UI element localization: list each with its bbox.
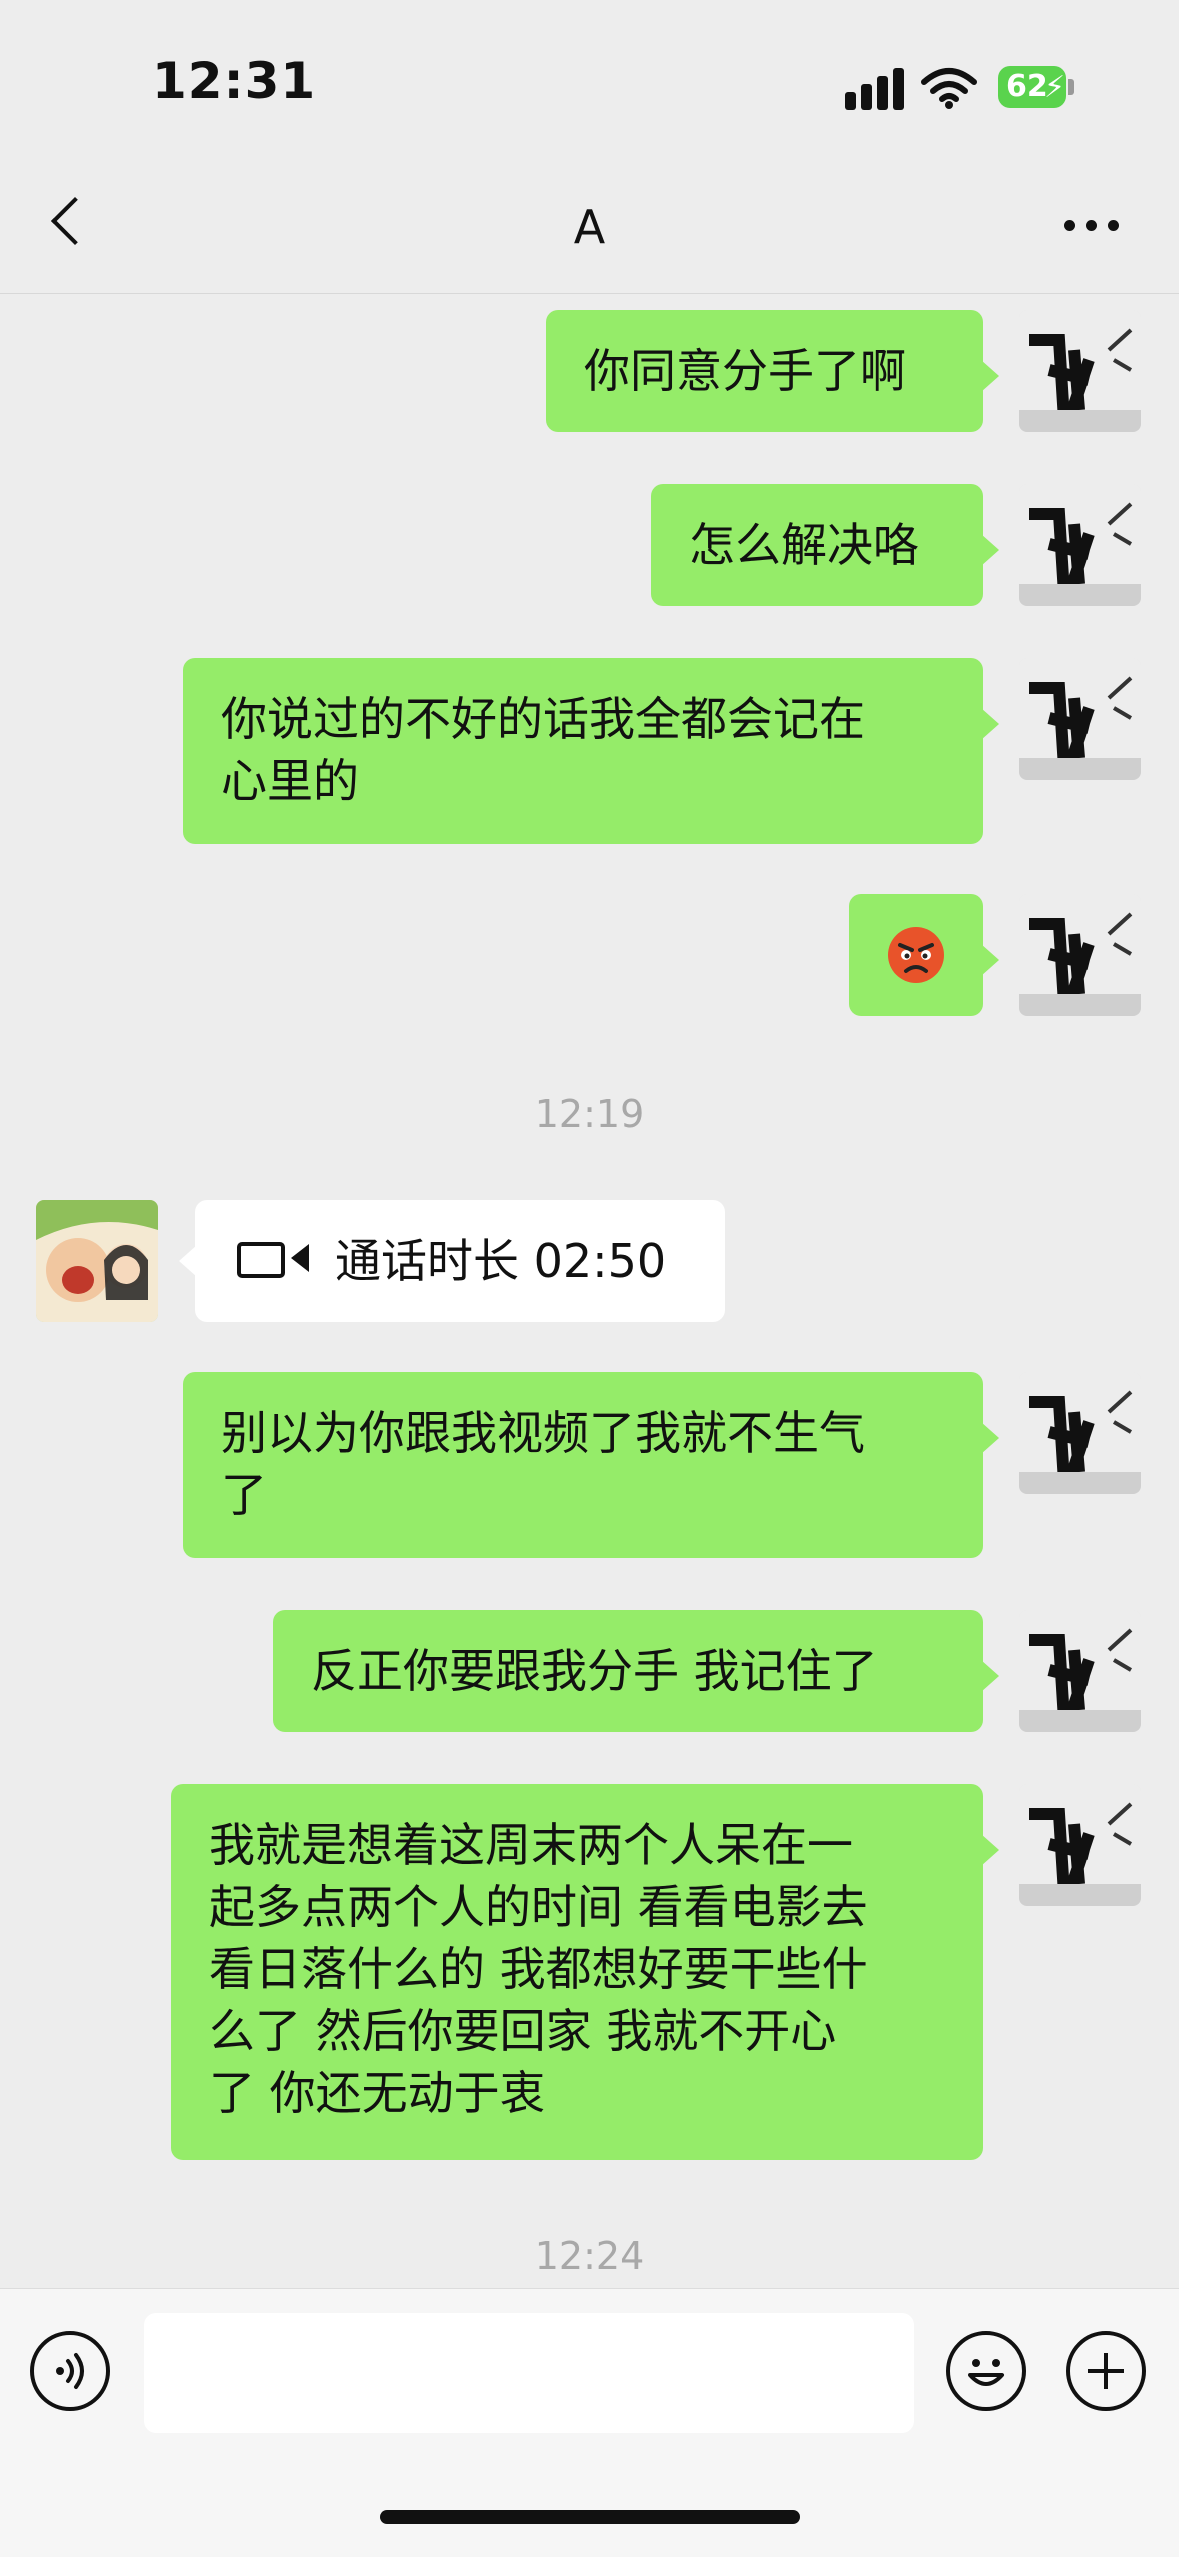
outgoing-message[interactable]: 怎么解决咯 bbox=[651, 484, 999, 606]
outgoing-message[interactable]: 反正你要跟我分手 我记住了 bbox=[273, 1610, 999, 1732]
my-avatar[interactable] bbox=[1019, 1784, 1141, 1906]
outgoing-message[interactable]: 你说过的不好的话我全都会记在 心里的 bbox=[183, 658, 999, 844]
emoji-button[interactable] bbox=[946, 2331, 1026, 2411]
contact-avatar[interactable] bbox=[36, 1200, 158, 1322]
chat-header: A bbox=[0, 150, 1179, 294]
chat-title: A bbox=[573, 200, 606, 254]
message-list[interactable]: 你同意分手了啊 怎么解决咯 你说过的不好的话我全都会记在 心里的 12:19 通… bbox=[0, 294, 1179, 2288]
more-actions-button[interactable] bbox=[1066, 2331, 1146, 2411]
my-avatar[interactable] bbox=[1019, 484, 1141, 606]
my-avatar[interactable] bbox=[1019, 658, 1141, 780]
status-time: 12:31 bbox=[152, 52, 317, 110]
outgoing-message[interactable]: 我就是想着这周末两个人呆在一 起多点两个人的时间 看看电影去 看日落什么的 我都… bbox=[171, 1784, 999, 2160]
outgoing-message[interactable]: 别以为你跟我视频了我就不生气 了 bbox=[183, 1372, 999, 1558]
my-avatar[interactable] bbox=[1019, 310, 1141, 432]
battery-icon: 62 ⚡ bbox=[998, 66, 1074, 108]
cellular-signal-icon bbox=[845, 68, 907, 110]
battery-level: 62 bbox=[1006, 69, 1048, 104]
voice-icon bbox=[56, 2353, 84, 2389]
message-input[interactable] bbox=[144, 2313, 914, 2433]
outgoing-message[interactable]: 你同意分手了啊 bbox=[546, 310, 999, 432]
video-call-record[interactable]: 通话时长 02:50 bbox=[179, 1200, 725, 1322]
video-call-icon bbox=[237, 1242, 285, 1278]
call-duration-label: 通话时长 02:50 bbox=[335, 1234, 667, 1288]
charging-bolt-icon: ⚡ bbox=[1044, 70, 1066, 105]
message-timestamp: 12:19 bbox=[534, 1092, 645, 1136]
my-avatar[interactable] bbox=[1019, 1372, 1141, 1494]
wifi-icon bbox=[921, 68, 977, 109]
more-options-button[interactable] bbox=[1064, 218, 1124, 234]
outgoing-emoji-message[interactable] bbox=[849, 894, 999, 1016]
my-avatar[interactable] bbox=[1019, 1610, 1141, 1732]
smiley-icon bbox=[968, 2359, 1004, 2386]
voice-input-button[interactable] bbox=[30, 2331, 110, 2411]
angry-face-emoji-icon bbox=[888, 927, 944, 983]
status-bar: 12:31 62 ⚡ bbox=[0, 0, 1179, 150]
message-timestamp: 12:24 bbox=[534, 2234, 645, 2278]
my-avatar[interactable] bbox=[1019, 894, 1141, 1016]
home-indicator[interactable] bbox=[380, 2510, 800, 2524]
